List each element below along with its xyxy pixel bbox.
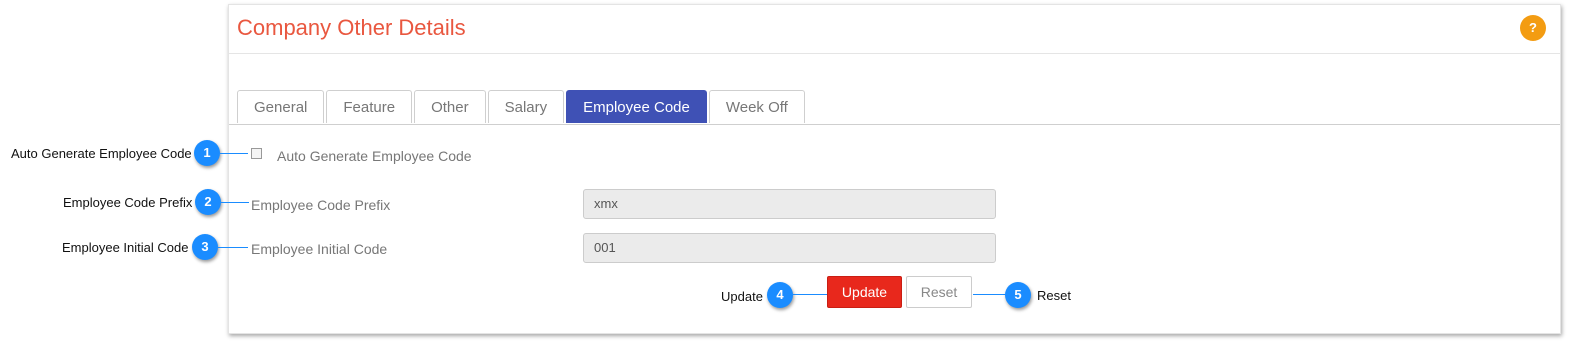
employee-code-prefix-label: Employee Code Prefix [251,197,391,213]
callout-connector-5 [973,294,1006,295]
page-title: Company Other Details [237,15,466,40]
callout-label-reset: Reset [1037,288,1071,303]
employee-initial-code-label: Employee Initial Code [251,241,388,257]
auto-generate-checkbox[interactable] [251,148,262,159]
employee-initial-code-input[interactable]: 001 [583,233,996,263]
help-icon[interactable]: ? [1520,15,1546,41]
callout-badge-3: 3 [192,234,218,260]
tab-salary[interactable]: Salary [487,90,565,123]
callout-connector-3 [218,247,248,248]
tab-feature[interactable]: Feature [326,90,413,123]
tab-employee-code[interactable]: Employee Code [566,90,707,123]
callout-badge-5: 5 [1005,282,1031,308]
reset-button[interactable]: Reset [906,276,972,308]
callout-badge-4: 4 [767,282,793,308]
tab-week-off[interactable]: Week Off [708,90,805,123]
callout-label-initial: Employee Initial Code [62,240,189,255]
employee-code-prefix-input[interactable]: xmx [583,189,996,219]
callout-connector-4 [793,294,827,295]
tab-bar: General Feature Other Salary Employee Co… [237,90,807,124]
callout-connector-2 [221,202,249,203]
auto-generate-label: Auto Generate Employee Code [277,148,472,164]
tab-divider [229,124,1560,125]
header-divider [229,53,1560,54]
callout-badge-2: 2 [195,189,221,215]
tab-other[interactable]: Other [414,90,486,123]
update-button[interactable]: Update [827,276,902,308]
callout-connector-1 [220,153,248,154]
callout-label-update: Update [721,289,763,304]
tab-general[interactable]: General [237,90,325,123]
callout-badge-1: 1 [194,140,220,166]
callout-label-prefix: Employee Code Prefix [63,195,193,210]
callout-label-auto-generate: Auto Generate Employee Code [11,146,192,161]
